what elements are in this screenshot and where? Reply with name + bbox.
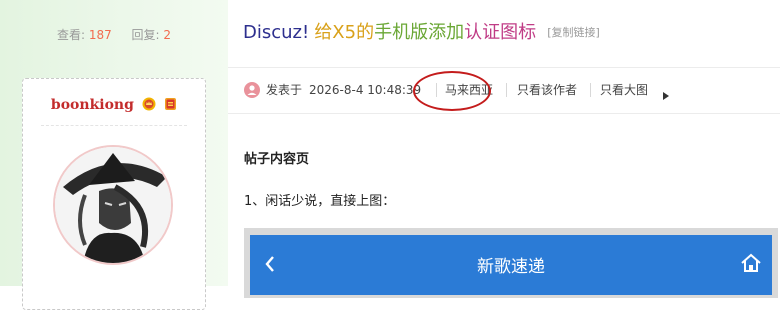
- card-divider: [41, 125, 187, 126]
- crown-icon: [142, 96, 156, 115]
- title-part-3: 手机版添加: [374, 22, 465, 43]
- posted-time: 2026-8-4 10:48:39: [309, 83, 422, 97]
- thread-title: Discuz! 给X5的手机版添加认证图标 [复制链接]: [243, 18, 600, 44]
- preview-header-bar: 新歌速递: [250, 235, 772, 295]
- post-sidebar: 查看: 187 回复: 2 boonkiong: [0, 0, 229, 310]
- views-count: 187: [88, 28, 112, 42]
- copy-link-button[interactable]: [复制链接]: [547, 26, 600, 39]
- title-part-2: 给X5的: [314, 22, 375, 43]
- content-heading: 帖子内容页: [244, 152, 310, 167]
- title-part-1: Discuz!: [243, 22, 310, 43]
- home-icon: [740, 253, 762, 277]
- author-card: boonkiong: [22, 78, 206, 310]
- author-name[interactable]: boonkiong: [51, 97, 134, 113]
- views-label: 查看:: [57, 28, 86, 42]
- divider: [228, 113, 780, 114]
- preview-title: 新歌速递: [477, 257, 545, 277]
- replies-count: 2: [163, 28, 171, 42]
- post-main: Discuz! 给X5的手机版添加认证图标 [复制链接] 发表于 2026-8-…: [228, 0, 780, 298]
- user-icon: [244, 82, 260, 104]
- title-part-4: 认证图标: [464, 22, 537, 43]
- content-paragraph: 1、闲话少说，直接上图：: [244, 194, 396, 209]
- caret-right-icon[interactable]: [663, 86, 669, 106]
- meta-divider: [506, 83, 507, 97]
- avatar[interactable]: [55, 147, 171, 263]
- meta-divider: [590, 83, 591, 97]
- replies-label: 回复:: [131, 28, 160, 42]
- posted-label: 发表于: [266, 83, 303, 97]
- thread-stats: 查看: 187 回复: 2: [0, 26, 228, 43]
- screenshot-preview: 新歌速递: [244, 228, 778, 298]
- region-highlight-oval: [413, 71, 491, 111]
- divider: [228, 67, 780, 68]
- view-large-image-link[interactable]: 只看大图: [600, 80, 648, 100]
- medal-icon: [164, 96, 177, 115]
- only-author-link[interactable]: 只看该作者: [517, 80, 577, 100]
